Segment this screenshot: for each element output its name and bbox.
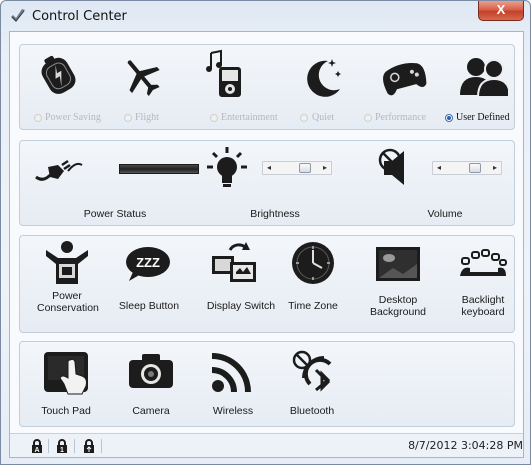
power-plug-icon (35, 159, 83, 181)
touch-pad-label: Touch Pad (41, 405, 91, 417)
num-lock-icon: 1 (57, 439, 67, 453)
volume-mute-icon (378, 148, 404, 185)
status-bar: A 1 8/7/2012 3:04:28 PM (10, 433, 523, 457)
caps-lock-icon: A (32, 439, 42, 453)
camera-icon (129, 354, 173, 388)
brightness-increase-arrow[interactable]: ▸ (319, 162, 331, 174)
brightness-slider[interactable]: ◂ ▸ (262, 161, 332, 175)
status-separator (101, 439, 102, 453)
touchpad-icon (44, 352, 88, 395)
power-status-bar (119, 164, 199, 174)
brightness-slider-thumb[interactable] (299, 163, 311, 173)
status-separator (48, 439, 49, 453)
svg-text:1: 1 (60, 447, 64, 453)
users-icon (460, 58, 508, 97)
power-status-label: Power Status (83, 208, 147, 220)
volume-increase-arrow[interactable]: ▸ (489, 162, 501, 174)
mode-label-user-defined: User Defined (456, 112, 510, 123)
time-zone-label: Time Zone (288, 300, 338, 312)
power-saving-icon (41, 55, 76, 94)
mode-radio-power-saving[interactable] (34, 114, 42, 122)
backlight-keyboard-icon (460, 249, 507, 276)
mode-label-flight: Flight (135, 112, 159, 123)
display-switch-icon (212, 242, 256, 282)
volume-slider-thumb[interactable] (469, 163, 481, 173)
mode-label-quiet: Quiet (312, 112, 335, 123)
bluetooth-label: Bluetooth (289, 405, 335, 417)
display-switch-label: Display Switch (206, 300, 276, 312)
volume-slider[interactable]: ◂ ▸ (432, 161, 502, 175)
svg-text:A: A (34, 447, 39, 453)
camera-label: Camera (132, 405, 170, 417)
mode-label-entertainment: Entertainment (221, 112, 278, 123)
brightness-label: Brightness (250, 208, 300, 220)
scroll-lock-icon (84, 439, 94, 453)
title-bar[interactable]: Control Center X (1, 1, 530, 31)
backlight-keyboard-label: Backlight keyboard (461, 294, 505, 318)
brightness-decrease-arrow[interactable]: ◂ (263, 162, 275, 174)
svg-text:ZZZ: ZZZ (136, 255, 160, 270)
media-player-icon (206, 49, 241, 97)
bluetooth-icon (292, 350, 332, 392)
sleep-icon: ZZZ (126, 247, 170, 281)
mode-radio-flight[interactable] (124, 114, 132, 122)
client-area: Power Saving Flight Entertainment Quiet … (9, 31, 524, 458)
power-conservation-icon (46, 241, 88, 284)
status-datetime: 8/7/2012 3:04:28 PM (408, 439, 523, 452)
airplane-icon (127, 60, 160, 97)
app-logo-icon (11, 9, 25, 22)
status-panel: Power Status ◂ ▸ Brightness ◂ ▸ Volume (19, 140, 515, 226)
wireless-label: Wireless (212, 405, 254, 417)
mode-panel: Power Saving Flight Entertainment Quiet … (19, 44, 515, 130)
status-separator (74, 439, 75, 453)
desktop-background-label: Desktop Background (369, 294, 427, 318)
moon-icon (307, 59, 341, 97)
desktop-background-icon (376, 247, 420, 281)
mode-radio-performance[interactable] (364, 114, 372, 122)
clock-icon (292, 242, 334, 284)
mode-radio-user-defined[interactable] (445, 114, 453, 122)
mode-label-power-saving: Power Saving (45, 112, 101, 123)
control-center-window: Control Center X Power Saving Flight Ent… (0, 0, 531, 465)
mode-label-performance: Performance (375, 112, 427, 123)
tools-panel-2: Touch Pad Camera Wireless Bluetooth (19, 341, 515, 427)
mode-radio-quiet[interactable] (300, 114, 308, 122)
bulb-icon (207, 147, 247, 187)
mode-radio-entertainment[interactable] (210, 114, 218, 122)
gamepad-icon (383, 62, 427, 96)
power-conservation-label: Power Conservation (37, 290, 99, 314)
wireless-icon (211, 353, 251, 393)
close-button[interactable]: X (478, 1, 524, 21)
sleep-button-label: Sleep Button (118, 300, 180, 312)
volume-label: Volume (427, 208, 463, 220)
volume-decrease-arrow[interactable]: ◂ (433, 162, 445, 174)
window-title: Control Center (32, 9, 127, 24)
tools-panel-1: Power Conservation ZZZ Sleep Button Disp… (19, 235, 515, 333)
